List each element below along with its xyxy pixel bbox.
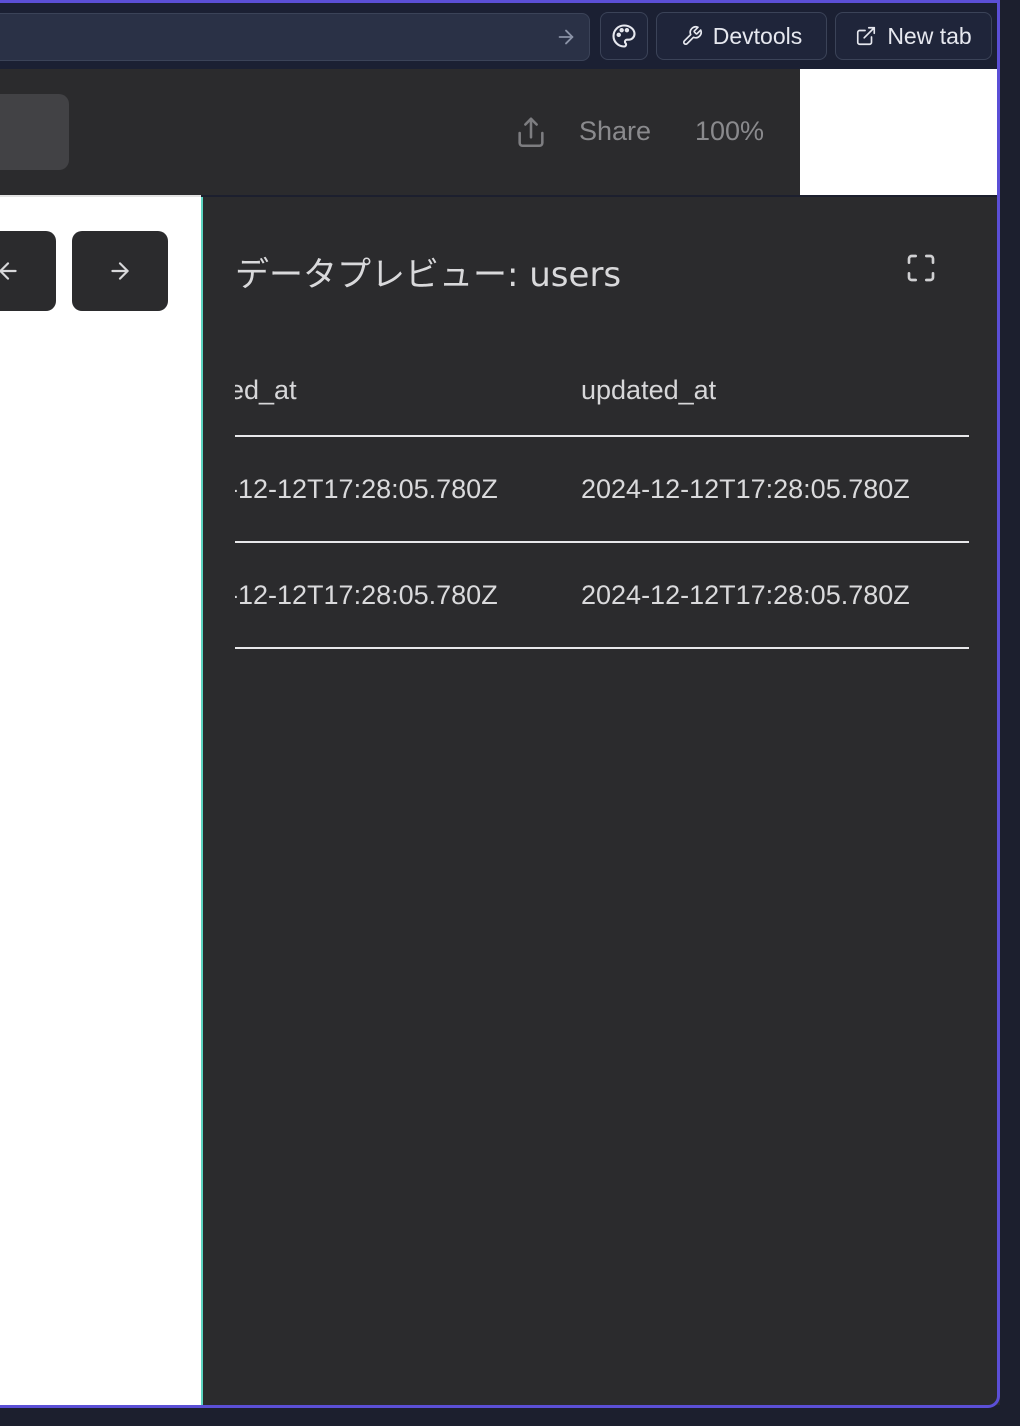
table-row: -12-12T17:28:05.780Z 2024-12-12T17:28:05… <box>235 543 969 649</box>
table-cell: -12-12T17:28:05.780Z <box>235 473 498 504</box>
arrow-right-icon <box>111 262 129 280</box>
left-pane <box>0 195 201 1405</box>
table-cell: 2024-12-12T17:28:05.780Z <box>581 473 910 504</box>
wrench-icon <box>682 26 702 45</box>
new-tab-button[interactable]: New tab <box>835 12 992 60</box>
next-button[interactable] <box>72 231 168 311</box>
fullscreen-icon[interactable] <box>905 252 937 284</box>
external-link-icon <box>857 26 876 46</box>
preview-title: データプレビュー: users <box>235 255 622 295</box>
column-header: ed_at <box>235 374 297 405</box>
header-blank-area <box>800 69 1000 195</box>
palette-icon <box>612 24 636 48</box>
browser-toolbar: Devtools New tab <box>0 3 1000 69</box>
previous-button[interactable] <box>0 231 56 311</box>
new-tab-label: New tab <box>887 22 972 49</box>
devtools-label: Devtools <box>712 22 803 49</box>
arrow-left-icon <box>0 262 17 280</box>
browser-frame: Devtools New tab Share 100% データプレビュー: us… <box>0 0 1020 1426</box>
preview-table: ed_at updated_at -12-12T17:28:05.780Z 20… <box>235 345 969 649</box>
app-header: Share 100% <box>0 69 800 195</box>
share-button[interactable]: Share <box>579 116 651 147</box>
table-cell: 2024-12-12T17:28:05.780Z <box>581 579 910 610</box>
arrow-right-icon[interactable] <box>555 26 577 48</box>
data-preview-panel: データプレビュー: users ed_at updated_at -12-12T… <box>201 197 1000 1405</box>
zoom-level[interactable]: 100% <box>695 116 764 147</box>
theme-button[interactable] <box>600 12 648 60</box>
devtools-button[interactable]: Devtools <box>656 12 827 60</box>
table-cell: -12-12T17:28:05.780Z <box>235 579 498 610</box>
table-header-row: ed_at updated_at <box>235 345 969 437</box>
column-header: updated_at <box>581 374 717 405</box>
table-row: -12-12T17:28:05.780Z 2024-12-12T17:28:05… <box>235 437 969 543</box>
header-input[interactable] <box>0 94 69 170</box>
share-icon[interactable] <box>514 115 548 151</box>
url-bar[interactable] <box>0 13 590 61</box>
